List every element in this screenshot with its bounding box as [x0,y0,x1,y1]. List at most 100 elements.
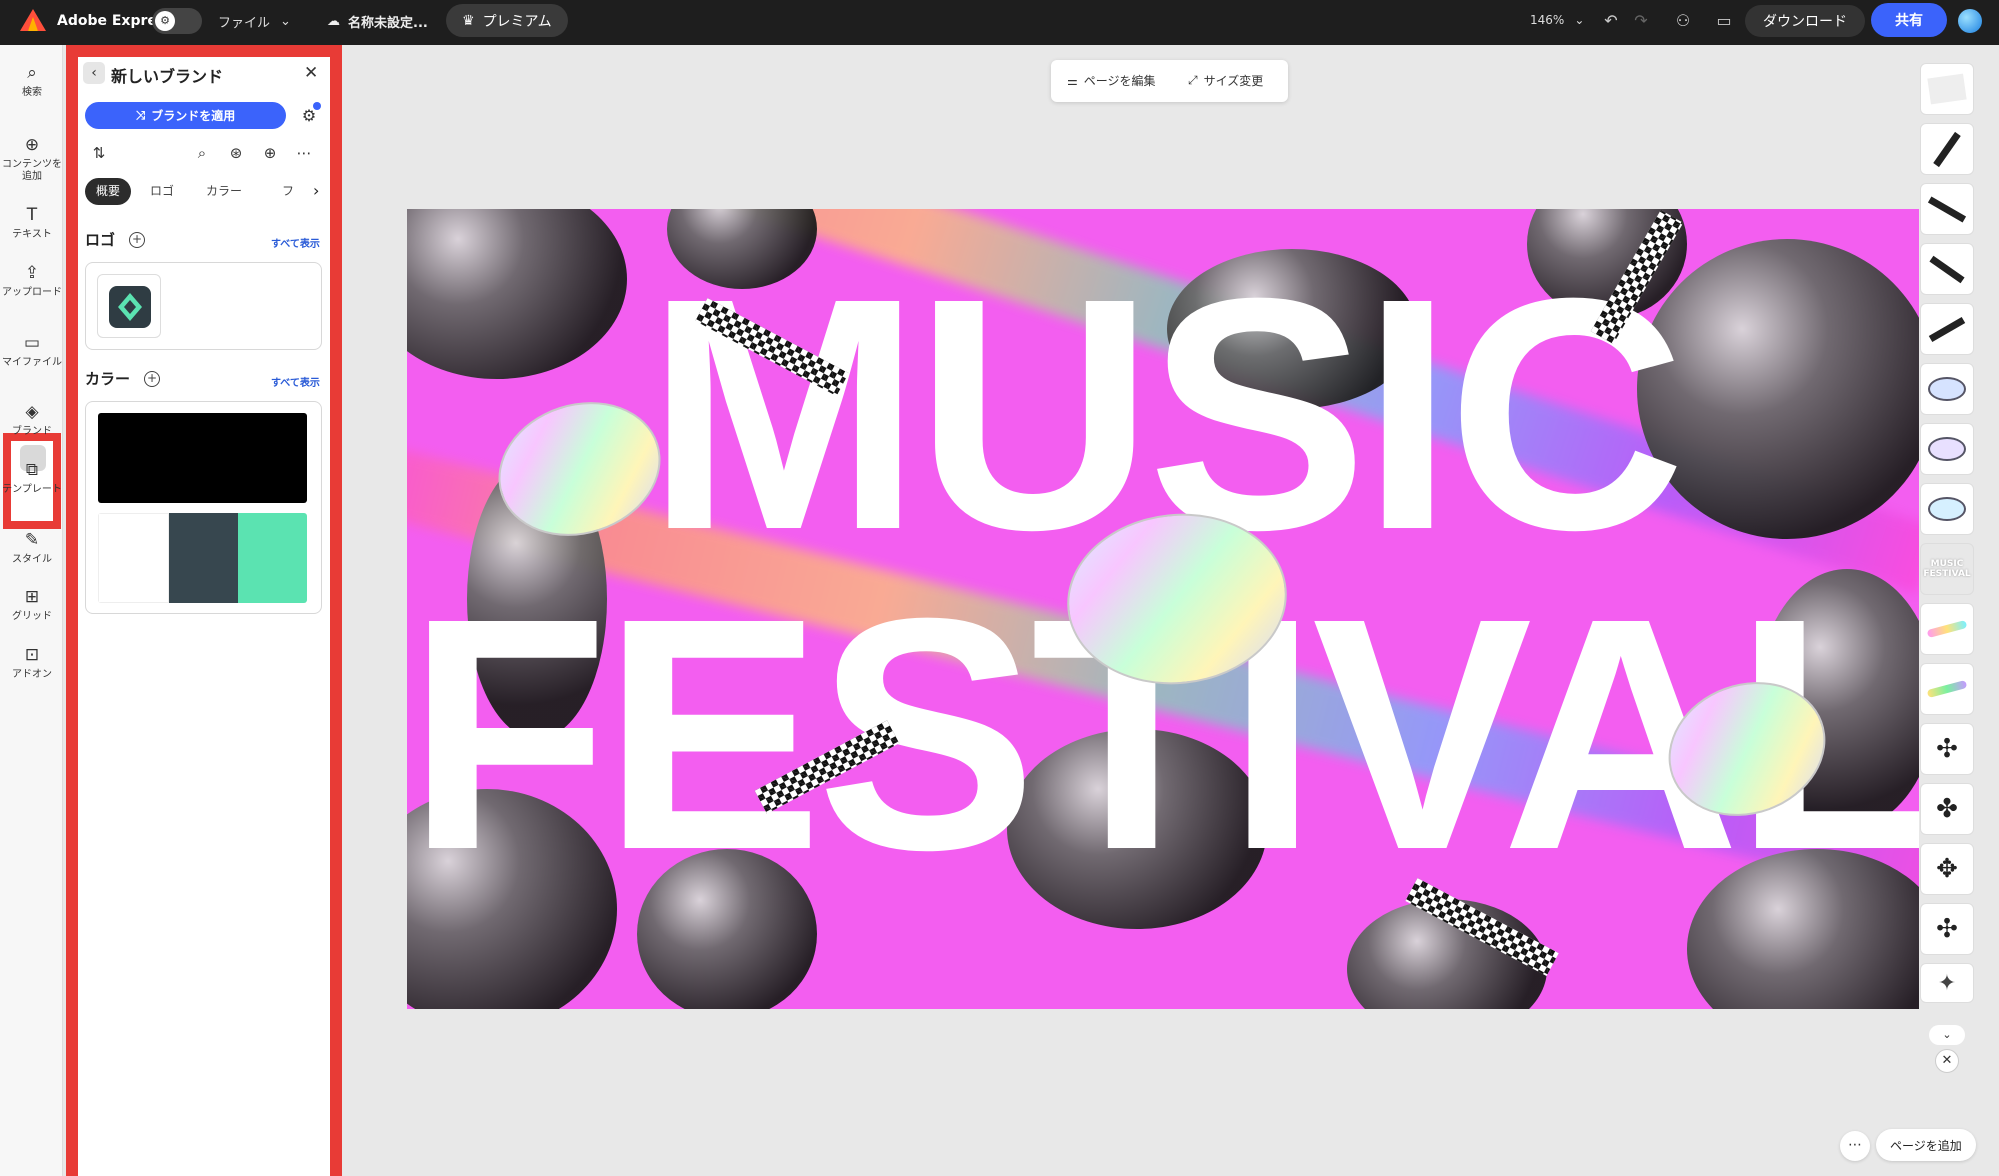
layer-thumbnail[interactable]: MUSIC FESTIVAL [1920,543,1974,595]
layer-thumbnail[interactable] [1920,63,1974,115]
chevron-down-icon: ⌄ [1574,13,1585,27]
share-brand-icon[interactable]: ⊛ [225,142,247,164]
download-button[interactable]: ダウンロード [1745,5,1865,37]
tab-colors[interactable]: カラー [206,178,242,205]
brand-panel: ‹ 新しいブランド ✕ ⤨ ブランドを適用 ⚙ ⇅ ⌕ ⊛ ⊕ ⋯ 概要 ロゴ … [78,57,330,1176]
layer-preview-icon: MUSIC FESTIVAL [1923,559,1971,579]
canvas-artwork[interactable]: MUSIC FESTIVAL [407,209,1919,1009]
rail-item-style[interactable]: ✎ スタイル [2,530,62,566]
add-color-icon[interactable]: + [144,371,160,387]
resize-button[interactable]: ⤢ サイズ変更 [1188,72,1263,89]
rail-item-text[interactable]: T テキスト [2,205,62,241]
tab-fonts[interactable]: フォ [282,178,302,205]
folder-icon: ▭ [23,333,41,353]
rail-item-grid[interactable]: ⊞ グリッド [2,587,62,623]
color-swatch[interactable] [98,513,169,603]
resize-icon: ⤢ [1188,73,1198,87]
left-rail: ⌕ 検索 ⊕ コンテンツを追加 T テキスト ⇪ アップロード ▭ マイファイル… [0,45,63,1176]
color-swatch[interactable] [238,513,307,603]
template-icon: ⧉ [25,460,39,480]
layer-thumbnail[interactable] [1920,243,1974,295]
add-content-icon: ⊕ [24,135,40,155]
more-icon[interactable]: ⋯ [293,142,315,164]
rail-item-label: コンテンツを追加 [2,159,62,182]
zoom-control[interactable]: 146% ⌄ [1530,13,1584,27]
rail-item-templates[interactable]: ⧉ テンプレート [2,460,62,496]
layer-preview-icon [1927,73,1967,105]
layer-preview-icon [1926,679,1968,699]
file-menu[interactable]: ファイル ⌄ [218,12,291,31]
color-see-all-link[interactable]: すべて表示 [271,374,320,389]
chevron-down-icon[interactable]: ⌄ [1929,1025,1965,1045]
sort-icon[interactable]: ⇅ [88,142,110,164]
rail-item-label: 検索 [22,87,42,98]
color-swatch-primary[interactable] [98,413,307,503]
chevron-right-icon[interactable]: › [313,181,319,200]
add-page-button[interactable]: ページを追加 [1876,1129,1976,1161]
close-icon[interactable]: ✕ [304,63,318,83]
layer-preview-icon: ✤ [1936,794,1958,824]
rail-item-brand[interactable]: ◈ ブランド [2,402,62,438]
color-swatch[interactable] [169,513,238,603]
color-section-title: カラー [85,370,131,388]
layer-thumbnail[interactable]: ✥ [1920,843,1974,895]
add-icon[interactable]: ⊕ [259,142,281,164]
avatar[interactable] [1958,9,1982,33]
rail-item-label: テキスト [12,229,52,240]
document-title[interactable]: ☁ 名称未設定... [327,12,428,31]
layer-thumbnail[interactable] [1920,603,1974,655]
back-button[interactable]: ‹ [83,62,105,84]
rail-item-label: アップロード [2,287,62,298]
layer-thumbnail[interactable] [1920,183,1974,235]
add-logo-icon[interactable]: + [129,232,145,248]
layer-thumbnail[interactable]: ✦ [1920,963,1974,1003]
undo-icon[interactable]: ↶ [1600,10,1622,32]
premium-button[interactable]: ♛ プレミアム [446,4,568,37]
adobe-express-logo[interactable] [20,9,46,31]
rail-item-add-content[interactable]: ⊕ コンテンツを追加 [2,135,62,183]
layer-thumbnail[interactable] [1920,123,1974,175]
rail-item-addons[interactable]: ⊡ アドオン [2,645,62,681]
brand-logo-tile[interactable] [97,274,161,338]
text-icon: T [26,205,38,225]
share-button[interactable]: 共有 [1871,3,1947,37]
apply-brand-button[interactable]: ⤨ ブランドを適用 [85,102,286,129]
layer-thumbnail[interactable]: ✣ [1920,723,1974,775]
shuffle-icon: ⤨ [135,108,146,122]
layer-preview-icon [1927,195,1967,223]
layer-preview-icon [1926,619,1968,639]
toggle-icon: ⚙ [155,11,175,31]
collaborate-icon[interactable]: ⚇ [1672,10,1694,32]
chevron-down-icon: ⌄ [280,14,291,29]
layer-thumbnail[interactable] [1920,303,1974,355]
rail-item-my-files[interactable]: ▭ マイファイル [2,333,62,369]
edit-page-button[interactable]: ⚌ ページを編集 [1067,72,1156,89]
rail-item-label: ブランド [12,426,52,437]
close-icon[interactable]: ✕ [1935,1049,1959,1073]
layer-thumbnail[interactable] [1920,483,1974,535]
tab-logo[interactable]: ロゴ [150,178,174,205]
tab-overview[interactable]: 概要 [85,178,132,205]
layer-preview-icon: ✣ [1936,734,1958,764]
logo-see-all-link[interactable]: すべて表示 [271,235,320,250]
mode-toggle[interactable]: ⚙ [152,8,202,34]
layer-thumbnail[interactable]: ✣ [1920,903,1974,955]
layer-thumbnail[interactable] [1920,363,1974,415]
more-options-icon[interactable]: ⋯ [1840,1131,1870,1161]
edit-page-label: ページを編集 [1083,74,1156,88]
notification-dot [313,102,321,110]
comment-icon[interactable]: ▭ [1713,10,1735,32]
color-card [85,401,322,614]
search-icon[interactable]: ⌕ [191,142,213,164]
redo-icon[interactable]: ↷ [1630,10,1652,32]
rail-item-upload[interactable]: ⇪ アップロード [2,263,62,299]
zoom-level: 146% [1530,13,1565,27]
layer-thumbnail[interactable] [1920,663,1974,715]
resize-label: サイズ変更 [1203,74,1264,88]
layer-thumbnail[interactable]: ✤ [1920,783,1974,835]
layer-thumbnail[interactable] [1920,423,1974,475]
apply-brand-label: ブランドを適用 [151,109,236,123]
document-title-text: 名称未設定... [348,16,428,31]
layers-panel: MUSIC FESTIVAL ✣ ✤ ✥ ✣ ✦ [1920,60,1978,1020]
rail-item-search[interactable]: ⌕ 検索 [2,63,62,99]
